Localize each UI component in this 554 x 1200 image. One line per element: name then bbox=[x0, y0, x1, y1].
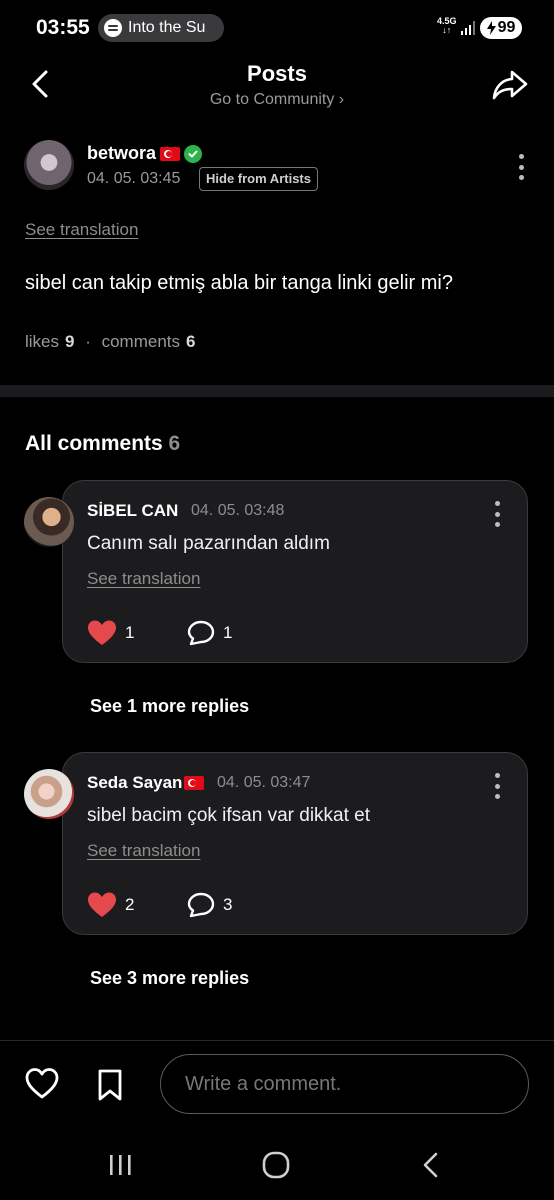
signal-icon bbox=[461, 21, 475, 35]
comments-heading-count: 6 bbox=[168, 432, 181, 455]
network-indicator: 4.5G ↓↑ bbox=[437, 17, 457, 35]
stats-separator: · bbox=[80, 332, 96, 351]
status-time: 03:55 bbox=[36, 16, 90, 39]
bookmark-icon[interactable] bbox=[94, 1068, 126, 1102]
comment-like-count: 1 bbox=[125, 623, 135, 642]
comment-actions: 1 1 bbox=[87, 619, 232, 647]
heart-icon bbox=[88, 620, 116, 645]
turkey-flag-icon bbox=[160, 146, 181, 161]
media-pill[interactable]: Into the Su bbox=[98, 14, 224, 42]
turkey-flag-icon bbox=[184, 776, 205, 790]
nav-back-icon[interactable] bbox=[414, 1150, 450, 1180]
data-arrows-icon: ↓↑ bbox=[442, 25, 452, 35]
comment-icon bbox=[187, 892, 215, 918]
comments-heading-label: All comments bbox=[25, 432, 163, 455]
comment-like-button[interactable]: 2 bbox=[87, 891, 187, 919]
verified-icon bbox=[184, 144, 203, 163]
comment-like-count: 2 bbox=[125, 895, 135, 914]
likes-label: likes bbox=[25, 332, 60, 351]
comment-see-translation-link[interactable]: See translation bbox=[87, 569, 200, 589]
heart-icon bbox=[88, 892, 116, 917]
comment-reply-count: 1 bbox=[223, 623, 233, 642]
comment-card: Seda Sayan 04. 05. 03:47 sibel bacim çok… bbox=[62, 752, 528, 935]
comments-heading: All comments 6 bbox=[25, 432, 180, 456]
comment-date: 04. 05. 03:48 bbox=[191, 502, 285, 519]
comment-more-icon[interactable] bbox=[493, 773, 501, 799]
media-text: Into the Su bbox=[128, 19, 206, 36]
comment-reply-button[interactable]: 1 bbox=[187, 620, 232, 646]
comment-icon bbox=[187, 620, 215, 646]
comment-card: SİBEL CAN 04. 05. 03:48 Canım salı pazar… bbox=[62, 480, 528, 663]
post-date: 04. 05. 03:45 bbox=[87, 170, 181, 187]
comment-reply-count: 3 bbox=[223, 895, 233, 914]
comment-author-name: Seda Sayan bbox=[87, 773, 183, 792]
charging-icon bbox=[486, 21, 496, 35]
post-more-icon[interactable] bbox=[517, 154, 525, 180]
comment-like-button[interactable]: 1 bbox=[87, 619, 187, 647]
battery-indicator: 99 bbox=[480, 17, 522, 39]
post-body: sibel can takip etmiş abla bir tanga lin… bbox=[25, 272, 453, 294]
comment-author-avatar[interactable] bbox=[24, 769, 74, 819]
post-see-translation-link[interactable]: See translation bbox=[25, 220, 138, 240]
home-icon[interactable] bbox=[258, 1150, 294, 1180]
post-author-name: betwora bbox=[87, 143, 157, 163]
see-more-replies-link[interactable]: See 1 more replies bbox=[90, 696, 249, 717]
post-stats: likes 9 · comments 6 bbox=[25, 332, 195, 352]
comment-reply-button[interactable]: 3 bbox=[187, 892, 232, 918]
battery-level: 99 bbox=[497, 19, 516, 36]
comment-input[interactable]: Write a comment. bbox=[160, 1054, 529, 1114]
comment-author[interactable]: SİBEL CAN bbox=[87, 501, 178, 521]
comment-date: 04. 05. 03:47 bbox=[217, 774, 311, 791]
comment-text: sibel bacim çok ifsan var dikkat et bbox=[87, 805, 371, 826]
comment-more-icon[interactable] bbox=[493, 501, 501, 527]
comment-author-avatar[interactable] bbox=[24, 497, 74, 547]
hide-from-artists-button[interactable]: Hide from Artists bbox=[199, 167, 318, 191]
comments-count: 6 bbox=[186, 332, 196, 351]
comment-composer-bar: Write a comment. bbox=[0, 1040, 554, 1132]
comment-author[interactable]: Seda Sayan bbox=[87, 773, 205, 793]
comments-label: comments bbox=[101, 332, 181, 351]
status-bar: 03:55 Into the Su 4.5G ↓↑ 99 bbox=[0, 0, 554, 56]
post-author-avatar[interactable] bbox=[24, 140, 74, 190]
comment-text: Canım salı pazarından aldım bbox=[87, 533, 330, 554]
system-nav-bar bbox=[0, 1132, 554, 1200]
recents-icon[interactable] bbox=[102, 1150, 138, 1180]
page-title: Posts bbox=[247, 61, 307, 86]
comment-see-translation-link[interactable]: See translation bbox=[87, 841, 200, 861]
likes-count: 9 bbox=[65, 332, 75, 351]
section-divider bbox=[0, 385, 554, 397]
spotify-icon bbox=[104, 19, 122, 37]
share-icon[interactable] bbox=[490, 64, 530, 104]
go-to-community-link[interactable]: Go to Community › bbox=[0, 91, 554, 109]
comment-actions: 2 3 bbox=[87, 891, 232, 919]
see-more-replies-link[interactable]: See 3 more replies bbox=[90, 968, 249, 989]
top-app-bar: Posts Go to Community › bbox=[0, 56, 554, 126]
like-post-icon[interactable] bbox=[24, 1066, 60, 1102]
post-author[interactable]: betwora bbox=[87, 143, 203, 164]
